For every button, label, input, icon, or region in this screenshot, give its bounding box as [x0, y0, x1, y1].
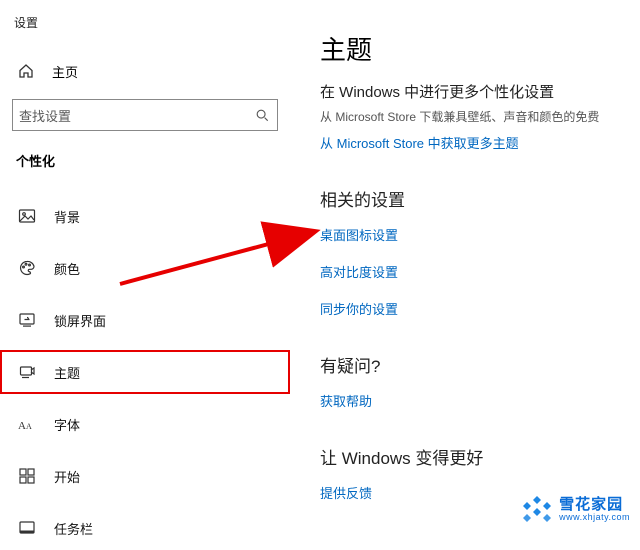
svg-text:A: A: [18, 420, 26, 432]
sidebar-item-taskbar[interactable]: 任务栏: [0, 506, 290, 550]
home-label: 主页: [52, 62, 78, 81]
sync-settings-link[interactable]: 同步你的设置: [320, 299, 640, 318]
nav-list: 背景 颜色 锁屏界: [0, 178, 290, 550]
related-settings-title: 相关的设置: [320, 186, 640, 211]
sidebar-item-label: 颜色: [54, 259, 80, 278]
fonts-icon: A A: [18, 415, 36, 433]
search-icon: [255, 108, 269, 122]
search-placeholder: 查找设置: [19, 106, 71, 125]
settings-window: 设置 主页 查找设置 个性化: [0, 0, 640, 540]
sidebar-item-label: 主题: [54, 363, 80, 382]
sidebar: 设置 主页 查找设置 个性化: [0, 0, 290, 540]
picture-icon: [18, 207, 36, 225]
page-title: 主题: [320, 30, 640, 67]
high-contrast-link[interactable]: 高对比度设置: [320, 262, 640, 281]
palette-icon: [18, 259, 36, 277]
store-link[interactable]: 从 Microsoft Store 中获取更多主题: [320, 133, 640, 152]
get-help-link[interactable]: 获取帮助: [320, 391, 640, 410]
sidebar-item-lockscreen[interactable]: 锁屏界面: [0, 298, 290, 342]
category-label: 个性化: [0, 149, 290, 178]
sidebar-item-label: 字体: [54, 415, 80, 434]
home-nav[interactable]: 主页: [0, 51, 290, 95]
taskbar-icon: [18, 519, 36, 537]
sidebar-item-themes[interactable]: 主题: [0, 350, 290, 394]
help-section: 有疑问? 获取帮助: [320, 352, 640, 410]
sidebar-item-colors[interactable]: 颜色: [0, 246, 290, 290]
svg-text:A: A: [26, 422, 32, 431]
sidebar-item-label: 背景: [54, 207, 80, 226]
home-icon: [18, 63, 34, 79]
feedback-link[interactable]: 提供反馈: [320, 483, 640, 502]
app-title: 设置: [0, 8, 290, 51]
sidebar-item-fonts[interactable]: A A 字体: [0, 402, 290, 446]
themes-icon: [18, 363, 36, 381]
desktop-icons-link[interactable]: 桌面图标设置: [320, 225, 640, 244]
sidebar-item-background[interactable]: 背景: [0, 194, 290, 238]
sidebar-item-start[interactable]: 开始: [0, 454, 290, 498]
subtitle: 在 Windows 中进行更多个性化设置: [320, 81, 640, 102]
sidebar-item-label: 锁屏界面: [54, 311, 106, 330]
lockscreen-icon: [18, 311, 36, 329]
sidebar-item-label: 开始: [54, 467, 80, 486]
help-title: 有疑问?: [320, 352, 640, 377]
main-content: 主题 在 Windows 中进行更多个性化设置 从 Microsoft Stor…: [290, 0, 640, 540]
start-icon: [18, 467, 36, 485]
feedback-section: 让 Windows 变得更好 提供反馈: [320, 444, 640, 502]
sidebar-item-label: 任务栏: [54, 519, 93, 538]
search-input[interactable]: 查找设置: [12, 99, 278, 131]
feedback-title: 让 Windows 变得更好: [320, 444, 640, 469]
related-settings-section: 相关的设置 桌面图标设置 高对比度设置 同步你的设置: [320, 186, 640, 318]
helper-text: 从 Microsoft Store 下载兼具壁纸、声音和颜色的免费: [320, 108, 640, 125]
